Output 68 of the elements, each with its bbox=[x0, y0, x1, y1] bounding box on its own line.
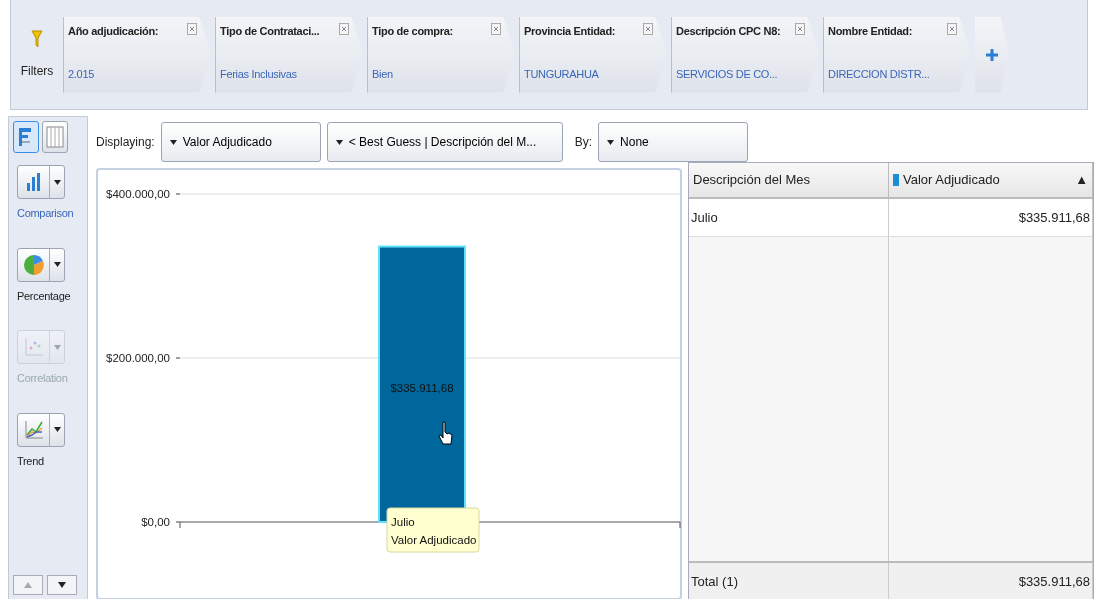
column-header[interactable]: Valor Adjudicado ▲ bbox=[889, 163, 1093, 199]
filter-label: Año adjudicación: bbox=[68, 23, 159, 39]
caret-icon bbox=[53, 179, 61, 185]
y-tick-label: $400.000,00 bbox=[106, 188, 170, 200]
filter-label: Provincia Entidad: bbox=[524, 23, 616, 39]
pointer-cursor-icon bbox=[438, 421, 453, 445]
chart-type-button[interactable] bbox=[17, 165, 65, 199]
caret-icon bbox=[169, 139, 177, 145]
close-icon[interactable] bbox=[643, 22, 653, 35]
filter-value: SERVICIOS DE CO... bbox=[676, 67, 778, 82]
close-icon[interactable] bbox=[491, 22, 501, 35]
table-view-icon bbox=[46, 126, 64, 148]
filter-label: Nombre Entidad: bbox=[828, 23, 913, 39]
dropdown[interactable]: None bbox=[598, 122, 749, 162]
y-tick-label: $200.000,00 bbox=[106, 352, 170, 364]
filter-chip[interactable]: Año adjudicación: 2.015 bbox=[63, 16, 211, 93]
total-cell: Total (1) bbox=[689, 563, 889, 599]
chart-type-label: Percentage bbox=[17, 288, 71, 304]
chart-type-label: Comparison bbox=[17, 206, 74, 221]
x-axis-label: Julio bbox=[391, 516, 415, 528]
plus-icon bbox=[986, 48, 998, 61]
up-arrow-icon bbox=[24, 582, 32, 588]
filter-chip[interactable]: Tipo de Contrataci... Ferias Inclusivas bbox=[215, 16, 363, 93]
close-icon[interactable] bbox=[947, 22, 957, 35]
column-header[interactable]: Descripción del Mes bbox=[689, 163, 889, 199]
filter-value: 2.015 bbox=[68, 67, 95, 82]
filter-icon bbox=[31, 29, 43, 48]
dropdown[interactable]: Valor Adjudicado bbox=[160, 122, 321, 162]
caret-icon bbox=[53, 262, 61, 267]
line-chart-icon bbox=[23, 418, 44, 441]
by-label: By: bbox=[574, 134, 593, 151]
filters-label: Filters bbox=[20, 62, 54, 80]
caret-icon bbox=[53, 344, 61, 350]
scatter-chart-icon bbox=[23, 336, 44, 358]
filter-value: Ferias Inclusivas bbox=[220, 67, 297, 82]
caret-icon bbox=[335, 139, 343, 145]
view-toggle[interactable] bbox=[13, 121, 39, 153]
scroll-down-button[interactable] bbox=[47, 575, 77, 595]
caret-icon bbox=[53, 427, 61, 432]
close-icon[interactable] bbox=[795, 22, 805, 35]
filter-chip[interactable]: Descripción CPC N8: SERVICIOS DE CO... bbox=[671, 16, 819, 93]
chart-type-button[interactable] bbox=[17, 247, 65, 282]
filter-label: Descripción CPC N8: bbox=[676, 23, 781, 39]
close-icon[interactable] bbox=[187, 22, 197, 35]
y-tick-label: $0,00 bbox=[141, 516, 170, 528]
pie-chart-icon bbox=[23, 253, 44, 276]
down-arrow-icon bbox=[58, 582, 66, 588]
series-name: Valor Adjudicado bbox=[391, 534, 477, 546]
filter-label: Tipo de Contrataci... bbox=[220, 23, 320, 39]
filter-label: Tipo de compra: bbox=[372, 23, 453, 39]
filter-chip[interactable]: Tipo de compra: Bien bbox=[367, 16, 515, 93]
filter-chip[interactable]: Provincia Entidad: TUNGURAHUA bbox=[519, 16, 667, 93]
sort-arrow[interactable]: ▲ bbox=[1075, 170, 1088, 190]
add-filter-button[interactable] bbox=[975, 16, 1009, 93]
chart-type-button[interactable] bbox=[17, 412, 65, 447]
view-toggle[interactable] bbox=[42, 121, 68, 153]
close-icon[interactable] bbox=[339, 22, 349, 35]
caret-icon bbox=[607, 139, 615, 145]
filter-value: TUNGURAHUA bbox=[524, 67, 599, 82]
displaying-label: Displaying: bbox=[96, 134, 155, 151]
filter-value: Bien bbox=[372, 67, 393, 82]
chart-type-label: Correlation bbox=[17, 371, 68, 386]
total-cell: $335.911,68 bbox=[889, 563, 1093, 599]
chart-type-label: Trend bbox=[17, 453, 44, 469]
filter-value: DIRECCION DISTR... bbox=[828, 67, 930, 82]
data-label: $335.911,68 bbox=[390, 382, 454, 395]
dropdown[interactable]: < Best Guess | Descripción del M... bbox=[326, 122, 563, 162]
filter-chip[interactable]: Nombre Entidad: DIRECCION DISTR... bbox=[823, 16, 971, 93]
